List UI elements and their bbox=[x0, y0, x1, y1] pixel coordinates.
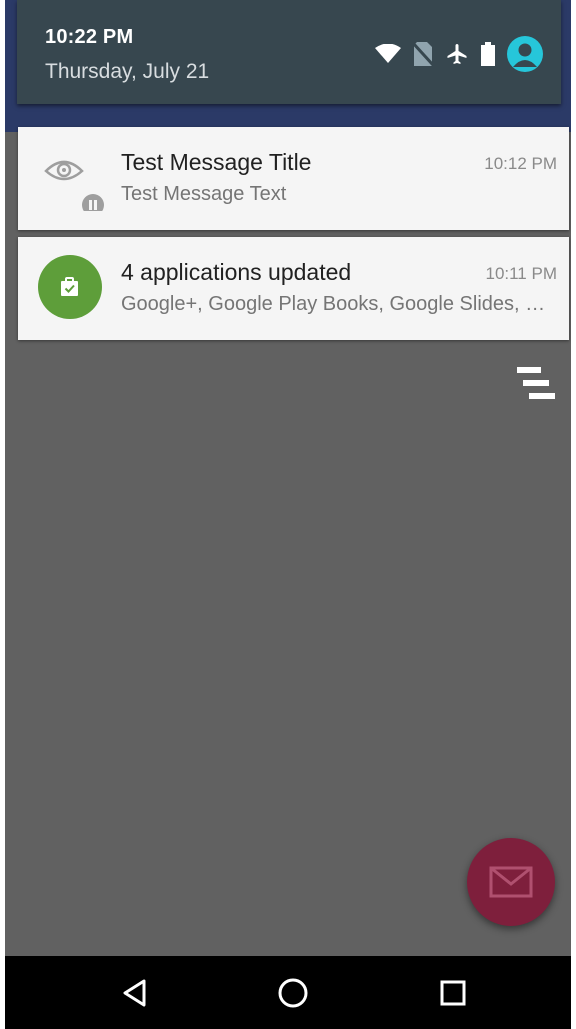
clear-all-icon[interactable] bbox=[513, 364, 557, 404]
update-check-icon bbox=[61, 277, 78, 296]
notification-shade-screen: 10:22 PM Thursday, July 21 Test Message … bbox=[5, 0, 571, 1029]
user-avatar-icon[interactable] bbox=[507, 36, 543, 72]
back-icon[interactable] bbox=[115, 973, 155, 1013]
notification-title: 4 applications updated bbox=[121, 259, 352, 285]
notification-apps-updated[interactable]: 4 applications updated Google+, Google P… bbox=[18, 237, 569, 340]
notification-test-message[interactable]: Test Message Title Test Message Text 10:… bbox=[18, 127, 569, 230]
clock-time: 10:22 PM bbox=[45, 26, 134, 48]
notification-title: Test Message Title bbox=[121, 149, 312, 175]
current-date: Thursday, July 21 bbox=[45, 60, 210, 83]
notification-time: 10:11 PM bbox=[485, 264, 557, 283]
battery-icon bbox=[481, 42, 495, 66]
status-icons bbox=[375, 36, 543, 72]
compose-mail-button[interactable] bbox=[467, 838, 555, 926]
notification-text: Test Message Text bbox=[121, 183, 287, 205]
navigation-bar bbox=[5, 956, 571, 1029]
home-icon[interactable] bbox=[273, 973, 313, 1013]
airplane-mode-icon bbox=[447, 44, 467, 64]
eye-app-icon bbox=[38, 145, 104, 216]
notification-time: 10:12 PM bbox=[484, 154, 557, 173]
app-update-icon bbox=[38, 255, 104, 321]
no-sim-icon bbox=[413, 42, 433, 66]
mail-icon bbox=[489, 866, 533, 898]
notification-text: Google+, Google Play Books, Google Slide… bbox=[121, 293, 547, 315]
wifi-icon bbox=[375, 44, 401, 63]
recents-icon[interactable] bbox=[433, 973, 473, 1013]
quick-settings-header[interactable]: 10:22 PM Thursday, July 21 bbox=[17, 0, 561, 104]
